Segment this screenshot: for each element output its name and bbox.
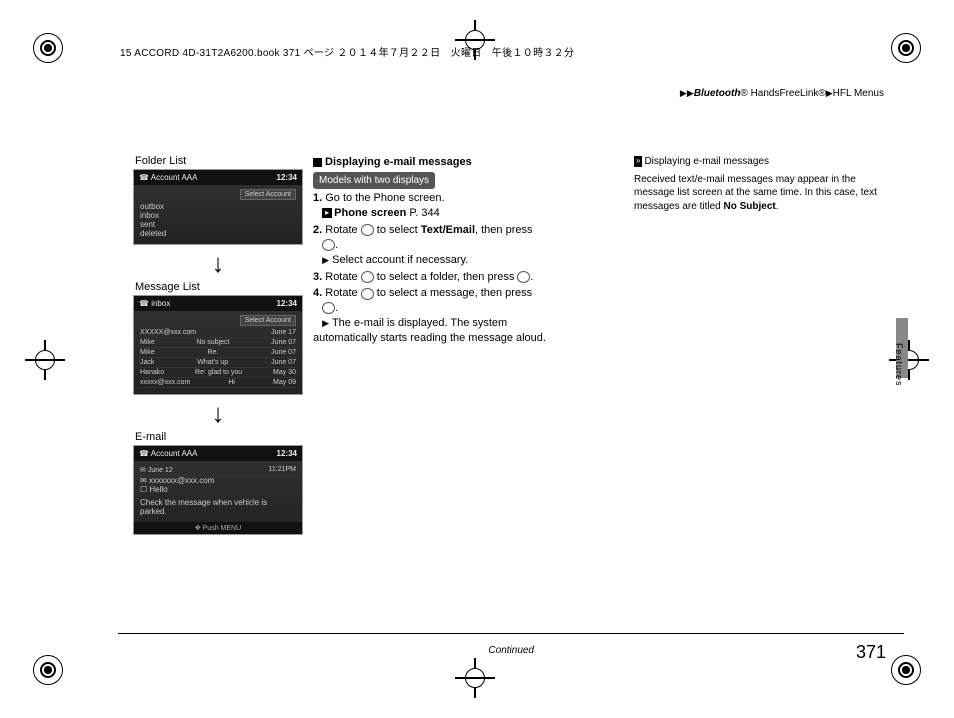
ref-icon: ▸ <box>322 208 332 218</box>
footer-rule <box>118 633 904 634</box>
crop-cross <box>455 658 495 698</box>
triangle-icon: ▶ <box>826 88 833 99</box>
page-number: 371 <box>856 642 886 663</box>
continued-label: Continued <box>488 645 534 656</box>
shot-label: E-mail <box>135 431 303 443</box>
email-screenshot: ☎ Account AAA12:34 ✉ June 1211:21PM ✉ xx… <box>133 445 303 535</box>
reg-mark <box>33 655 63 685</box>
screenshot-column: Folder List ☎ Account AAA12:34 Select Ac… <box>133 155 303 541</box>
message-list-screenshot: ☎ inbox12:34 Select Account XXXXX@xxx.co… <box>133 295 303 395</box>
crop-cross <box>25 340 65 380</box>
reg-mark <box>891 655 921 685</box>
push-icon <box>517 271 530 283</box>
shot-label: Folder List <box>135 155 303 167</box>
triangle-icon: ▶ <box>322 318 329 328</box>
section-heading: Displaying e-mail messages <box>325 156 472 168</box>
dial-icon <box>361 224 374 236</box>
down-arrow-icon: ↓ <box>133 249 303 277</box>
note-column: »Displaying e-mail messages Received tex… <box>634 155 894 217</box>
breadcrumb: ▶▶Bluetooth® HandsFreeLink®▶HFL Menus <box>680 88 884 99</box>
instructions-column: Displaying e-mail messages Models with t… <box>313 155 563 348</box>
section-tab-label: Features <box>894 343 904 387</box>
dial-icon <box>361 288 374 300</box>
reg-mark <box>891 33 921 63</box>
push-icon <box>322 302 335 314</box>
reg-mark <box>33 33 63 63</box>
triangle-icon: ▶ <box>322 255 329 265</box>
chevron-icon: » <box>634 156 642 167</box>
shot-label: Message List <box>135 281 303 293</box>
folder-list-screenshot: ☎ Account AAA12:34 Select Account outbox… <box>133 169 303 245</box>
down-arrow-icon: ↓ <box>133 399 303 427</box>
note-heading: Displaying e-mail messages <box>644 156 769 167</box>
square-bullet-icon <box>313 158 322 167</box>
triangle-icon: ▶▶ <box>680 88 694 99</box>
dial-icon <box>361 271 374 283</box>
model-pill: Models with two displays <box>313 172 435 190</box>
slug-line: 15 ACCORD 4D-31T2A6200.book 371 ページ ２０１４… <box>120 44 574 59</box>
push-icon <box>322 239 335 251</box>
